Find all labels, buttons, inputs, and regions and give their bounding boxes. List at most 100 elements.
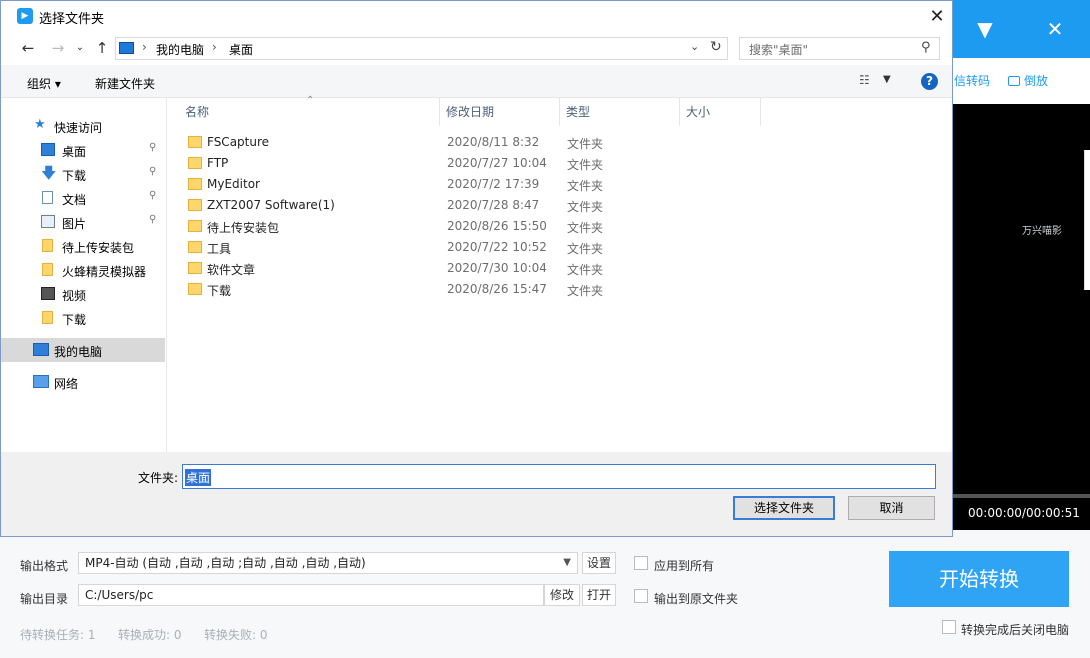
success-status: 转换成功: 0 (118, 628, 182, 642)
table-row[interactable]: 待上传安装包 2020/8/26 15:50 文件夹 (167, 216, 947, 237)
apply-all-checkbox[interactable] (634, 556, 648, 570)
file-name: MyEditor (207, 177, 260, 191)
nav-item-documents[interactable]: 文档 ⚲ (1, 186, 165, 210)
chevron-down-icon[interactable]: ▼ (883, 74, 891, 85)
file-name: 下载 (207, 284, 232, 298)
file-name: 待上传安装包 (207, 221, 280, 235)
failed-status: 转换失败: 0 (204, 628, 268, 642)
column-header-size[interactable]: 大小 (680, 98, 761, 126)
tool-transcode[interactable]: 信转码 (954, 68, 990, 94)
tool-reverse[interactable]: 倒放 (1008, 68, 1048, 94)
column-header-type[interactable]: 类型 (560, 98, 680, 126)
app-minimize-icon[interactable]: ▼ (970, 14, 1000, 44)
file-date: 2020/7/2 17:39 (447, 177, 540, 191)
search-placeholder: 搜索"桌面" (749, 43, 809, 57)
nav-item-label: 下载 (62, 313, 87, 327)
organize-menu[interactable]: 组织 ▾ (27, 75, 61, 92)
folder-name-input[interactable]: 桌面 (182, 464, 936, 489)
app-close-icon[interactable]: ✕ (1040, 14, 1070, 44)
search-input[interactable]: 搜索"桌面" ⚲ (739, 37, 940, 60)
dialog-titlebar: ▶ 选择文件夹 ✕ (1, 1, 952, 33)
nav-item-label: 文档 (62, 193, 87, 207)
playback-progress-bar[interactable] (950, 494, 1090, 498)
folder-icon (188, 157, 202, 169)
recent-locations-chevron-icon[interactable]: ⌄ (69, 37, 91, 59)
nav-item-downloads[interactable]: 🡇 下载 ⚲ (1, 162, 165, 186)
nav-item-network[interactable]: 网络 (1, 370, 165, 394)
table-row[interactable]: MyEditor 2020/7/2 17:39 文件夹 (167, 174, 947, 195)
preview-watermark: 万兴喵影 (1022, 226, 1062, 237)
table-row[interactable]: 软件文章 2020/7/30 10:04 文件夹 (167, 258, 947, 279)
up-arrow-icon[interactable]: ↑ (91, 37, 113, 59)
file-date: 2020/7/22 10:52 (447, 240, 547, 254)
output-format-select[interactable]: MP4-自动 (自动 ,自动 ,自动 ;自动 ,自动 ,自动 ,自动) ▼ (78, 552, 578, 574)
shutdown-checkbox[interactable] (942, 620, 956, 634)
table-row[interactable]: FSCapture 2020/8/11 8:32 文件夹 (167, 132, 947, 153)
file-name: 工具 (207, 242, 232, 256)
tool-reverse-label: 倒放 (1024, 74, 1049, 88)
folder-icon (188, 136, 202, 148)
pin-icon[interactable]: ⚲ (149, 214, 156, 225)
output-format-label: 输出格式 (20, 559, 69, 573)
file-date: 2020/8/11 8:32 (447, 135, 540, 149)
output-dir-field[interactable]: C:/Users/pc (78, 584, 544, 606)
folder-icon (42, 263, 53, 276)
side-panel-edge (1084, 150, 1090, 290)
nav-item-label: 待上传安装包 (62, 241, 135, 255)
format-settings-button[interactable]: 设置 (582, 552, 616, 574)
file-date: 2020/7/28 8:47 (447, 198, 540, 212)
pin-icon[interactable]: ⚲ (149, 190, 156, 201)
table-row[interactable]: FTP 2020/7/27 10:04 文件夹 (167, 153, 947, 174)
pending-tasks-status: 待转换任务: 1 (20, 628, 96, 642)
back-arrow-icon[interactable]: ← (17, 37, 39, 59)
open-dir-button[interactable]: 打开 (582, 584, 616, 606)
computer-icon (119, 42, 134, 54)
table-row[interactable]: 下载 2020/8/26 15:47 文件夹 (167, 279, 947, 300)
folder-name-value: 桌面 (185, 469, 212, 486)
nav-item-label: 网络 (54, 377, 79, 391)
view-options-icon[interactable]: ☷ (859, 73, 870, 87)
column-header-name[interactable]: 名称 (179, 98, 440, 126)
breadcrumb-separator-icon[interactable]: › (212, 40, 217, 54)
nav-item-emulator[interactable]: 火蜂精灵模拟器 (1, 258, 165, 282)
nav-item-upload-packages[interactable]: 待上传安装包 (1, 234, 165, 258)
nav-item-downloads-folder[interactable]: 下载 (1, 306, 165, 330)
refresh-icon[interactable]: ↻ (710, 39, 722, 55)
address-bar[interactable]: › 我的电脑 › 桌面 ⌄ ↻ (115, 37, 728, 60)
select-folder-dialog: ▶ 选择文件夹 ✕ ← → ⌄ ↑ › 我的电脑 › 桌面 ⌄ ↻ 搜索"桌面"… (0, 0, 953, 537)
file-name: FSCapture (207, 135, 270, 149)
forward-arrow-icon[interactable]: → (47, 37, 69, 59)
app-toolbar: 信转码 倒放 (950, 58, 1090, 104)
breadcrumb-separator-icon[interactable]: › (142, 40, 147, 54)
help-icon[interactable]: ? (921, 73, 938, 90)
cancel-button[interactable]: 取消 (848, 496, 935, 520)
breadcrumb-desktop[interactable]: 桌面 (229, 41, 253, 58)
document-icon (42, 191, 53, 204)
pin-icon[interactable]: ⚲ (149, 166, 156, 177)
folder-icon (188, 178, 202, 190)
modify-dir-button[interactable]: 修改 (544, 584, 580, 606)
file-date: 2020/7/30 10:04 (447, 261, 547, 275)
pin-icon[interactable]: ⚲ (149, 142, 156, 153)
file-type: 文件夹 (567, 158, 604, 172)
column-header-date[interactable]: 修改日期 (440, 98, 560, 126)
chevron-down-icon[interactable]: ⌄ (690, 40, 699, 53)
nav-item-videos[interactable]: 视频 (1, 282, 165, 306)
output-to-source-checkbox[interactable] (634, 589, 648, 603)
select-folder-button[interactable]: 选择文件夹 (733, 496, 835, 520)
close-icon[interactable]: ✕ (923, 3, 951, 31)
new-folder-button[interactable]: 新建文件夹 (95, 75, 155, 92)
folder-icon (188, 199, 202, 211)
file-type: 文件夹 (567, 179, 604, 193)
desktop-icon (41, 143, 55, 156)
nav-item-desktop[interactable]: 桌面 ⚲ (1, 138, 165, 162)
nav-item-my-computer[interactable]: 我的电脑 (1, 338, 165, 362)
nav-item-pictures[interactable]: 图片 ⚲ (1, 210, 165, 234)
nav-item-quick-access[interactable]: ★ 快速访问 (1, 114, 165, 138)
breadcrumb-my-computer[interactable]: 我的电脑 (156, 41, 204, 58)
table-row[interactable]: 工具 2020/7/22 10:52 文件夹 (167, 237, 947, 258)
table-row[interactable]: ZXT2007 Software(1) 2020/7/28 8:47 文件夹 (167, 195, 947, 216)
start-convert-button[interactable]: 开始转换 (889, 551, 1069, 607)
dialog-footer: 文件夹: 桌面 选择文件夹 取消 (1, 452, 952, 536)
file-type: 文件夹 (567, 284, 604, 298)
